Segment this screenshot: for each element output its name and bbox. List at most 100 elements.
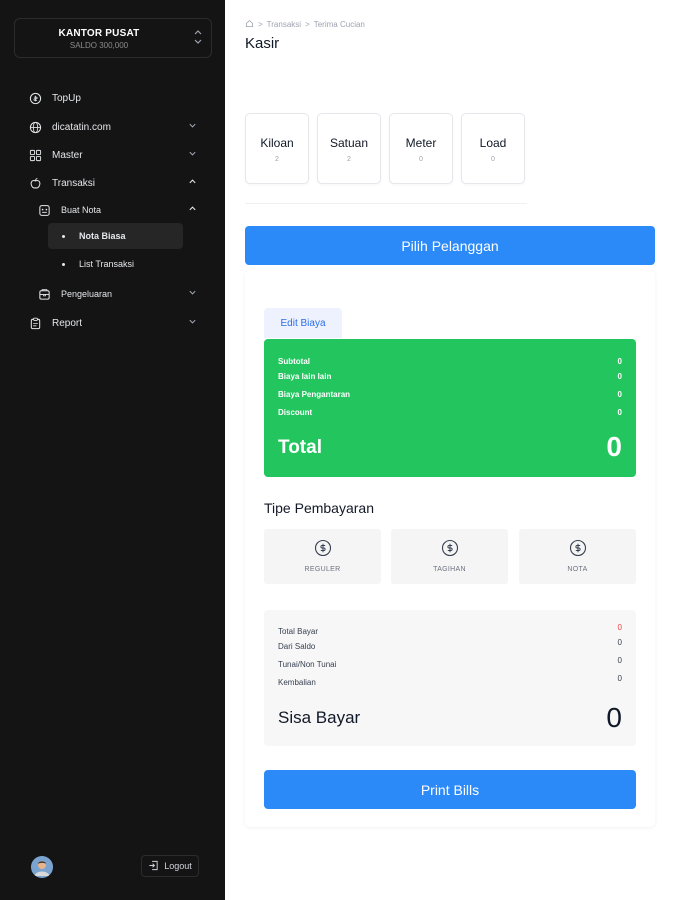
unit-card-meter[interactable]: Meter 0 [389,113,453,184]
sidebar-item-nota-biasa[interactable]: Nota Biasa [48,223,183,249]
unit-card-satuan[interactable]: Satuan 2 [317,113,381,184]
sidebar-item-pengeluaran[interactable]: Pengeluaran [37,283,198,305]
unit-label: Meter [405,136,437,150]
sidebar-item-label: Master [52,149,83,161]
chevron-up-icon [188,177,198,187]
discount-label: Discount [278,408,313,417]
biaya-pengantaran-label: Biaya Pengantaran [278,390,351,399]
sidebar-item-label: List Transaksi [79,259,135,269]
breadcrumb-separator: > [258,20,263,29]
kembalian-value: 0 [617,674,622,683]
divider [245,203,527,204]
sidebar-item-label: Nota Biasa [79,231,126,241]
subtotal-label: Subtotal [278,357,310,366]
biaya-pengantaran-value: 0 [617,390,622,399]
chevron-down-icon [188,121,198,131]
sidebar-item-label: dicatatin.com [52,121,111,133]
payment-type-label: NOTA [567,566,588,573]
chevron-down-icon [188,317,198,327]
sidebar-item-master[interactable]: Master [28,144,198,166]
payment-type-title: Tipe Pembayaran [264,500,374,516]
subtotal-row: Subtotal 0 [278,357,622,366]
discount-value: 0 [617,408,622,417]
biaya-lain-value: 0 [617,372,622,381]
logout-button[interactable]: Logout [141,855,199,877]
total-bayar-value: 0 [617,623,622,632]
chevron-down-icon [188,149,198,159]
sidebar-item-list-transaksi[interactable]: List Transaksi [48,253,183,275]
edit-biaya-tab[interactable]: Edit Biaya [264,308,342,338]
receipt-icon [37,203,51,217]
print-bills-button[interactable]: Print Bills [264,770,636,809]
unit-count: 0 [419,156,423,163]
total-bayar-row: Total Bayar 0 [278,623,622,636]
apple-icon [28,176,42,190]
clipboard-icon [28,316,42,330]
sidebar: KANTOR PUSAT SALDO 300,000 TopUp dicatat… [0,0,225,900]
money-circle-icon [28,91,42,105]
breadcrumb-item-terima-cucian[interactable]: Terima Cucian [314,20,365,29]
tunai-row: Tunai/Non Tunai 0 [278,656,622,669]
bullet-icon [62,234,65,238]
logout-icon [148,860,164,873]
payment-type-nota[interactable]: NOTA [519,529,636,584]
payment-type-tagihan[interactable]: TAGIHAN [391,529,508,584]
sidebar-item-label: Report [52,317,83,329]
biaya-lain-row: Biaya lain lain 0 [278,372,622,381]
breadcrumb-separator: > [305,20,310,29]
globe-icon [28,120,42,134]
payment-summary: Total Bayar 0 Dari Saldo 0 Tunai/Non Tun… [264,610,636,746]
store-name: KANTOR PUSAT [58,28,140,39]
dollar-circle-icon [569,539,587,557]
sidebar-item-report[interactable]: Report [28,312,198,334]
breadcrumb: > Transaksi > Terima Cucian [245,19,369,30]
tunai-value: 0 [617,656,622,665]
unit-card-load[interactable]: Load 0 [461,113,525,184]
biaya-pengantaran-row: Biaya Pengantaran 0 [278,390,622,399]
chevron-up-icon [188,204,198,214]
avatar[interactable] [31,856,53,878]
wallet-icon [37,287,51,301]
unit-label: Load [479,136,507,150]
payment-type-label: TAGIHAN [433,566,466,573]
chevron-up-down-icon [193,28,203,50]
payment-type-reguler[interactable]: REGULER [264,529,381,584]
kembalian-row: Kembalian 0 [278,674,622,687]
sisa-bayar-value: 0 [606,702,622,733]
sidebar-item-dicatatin[interactable]: dicatatin.com [28,116,198,138]
sidebar-item-topup[interactable]: TopUp [28,87,198,109]
total-bayar-label: Total Bayar [278,627,319,636]
page-title: Kasir [245,35,280,52]
dari-saldo-label: Dari Saldo [278,642,316,651]
store-saldo: SALDO 300,000 [69,41,129,50]
cost-summary: Subtotal 0 Biaya lain lain 0 Biaya Penga… [264,339,636,477]
dari-saldo-row: Dari Saldo 0 [278,638,622,651]
grid-icon [28,148,42,162]
sidebar-item-transaksi[interactable]: Transaksi [28,172,198,194]
unit-card-kiloan[interactable]: Kiloan 2 [245,113,309,184]
sidebar-item-buat-nota[interactable]: Buat Nota [37,199,198,221]
pilih-pelanggan-button[interactable]: Pilih Pelanggan [245,226,655,265]
logout-label: Logout [164,861,192,871]
sidebar-item-label: Pengeluaran [61,289,113,299]
store-selector[interactable]: KANTOR PUSAT SALDO 300,000 [14,18,212,58]
subtotal-value: 0 [617,357,622,366]
unit-label: Satuan [329,136,369,150]
discount-row: Discount 0 [278,408,622,417]
unit-count: 0 [491,156,495,163]
chevron-down-icon [188,288,198,298]
unit-label: Kiloan [260,136,294,150]
breadcrumb-item-transaksi[interactable]: Transaksi [267,20,301,29]
total-label: Total [278,437,322,458]
tunai-label: Tunai/Non Tunai [278,660,337,669]
sidebar-item-label: TopUp [52,92,81,104]
kembalian-label: Kembalian [278,678,316,687]
biaya-lain-label: Biaya lain lain [278,372,332,381]
dollar-circle-icon [314,539,332,557]
sidebar-item-label: Buat Nota [61,205,102,215]
dari-saldo-value: 0 [617,638,622,647]
total-value: 0 [606,431,622,462]
dollar-circle-icon [441,539,459,557]
home-icon[interactable] [245,19,254,30]
sisa-bayar-label: Sisa Bayar [278,708,361,727]
